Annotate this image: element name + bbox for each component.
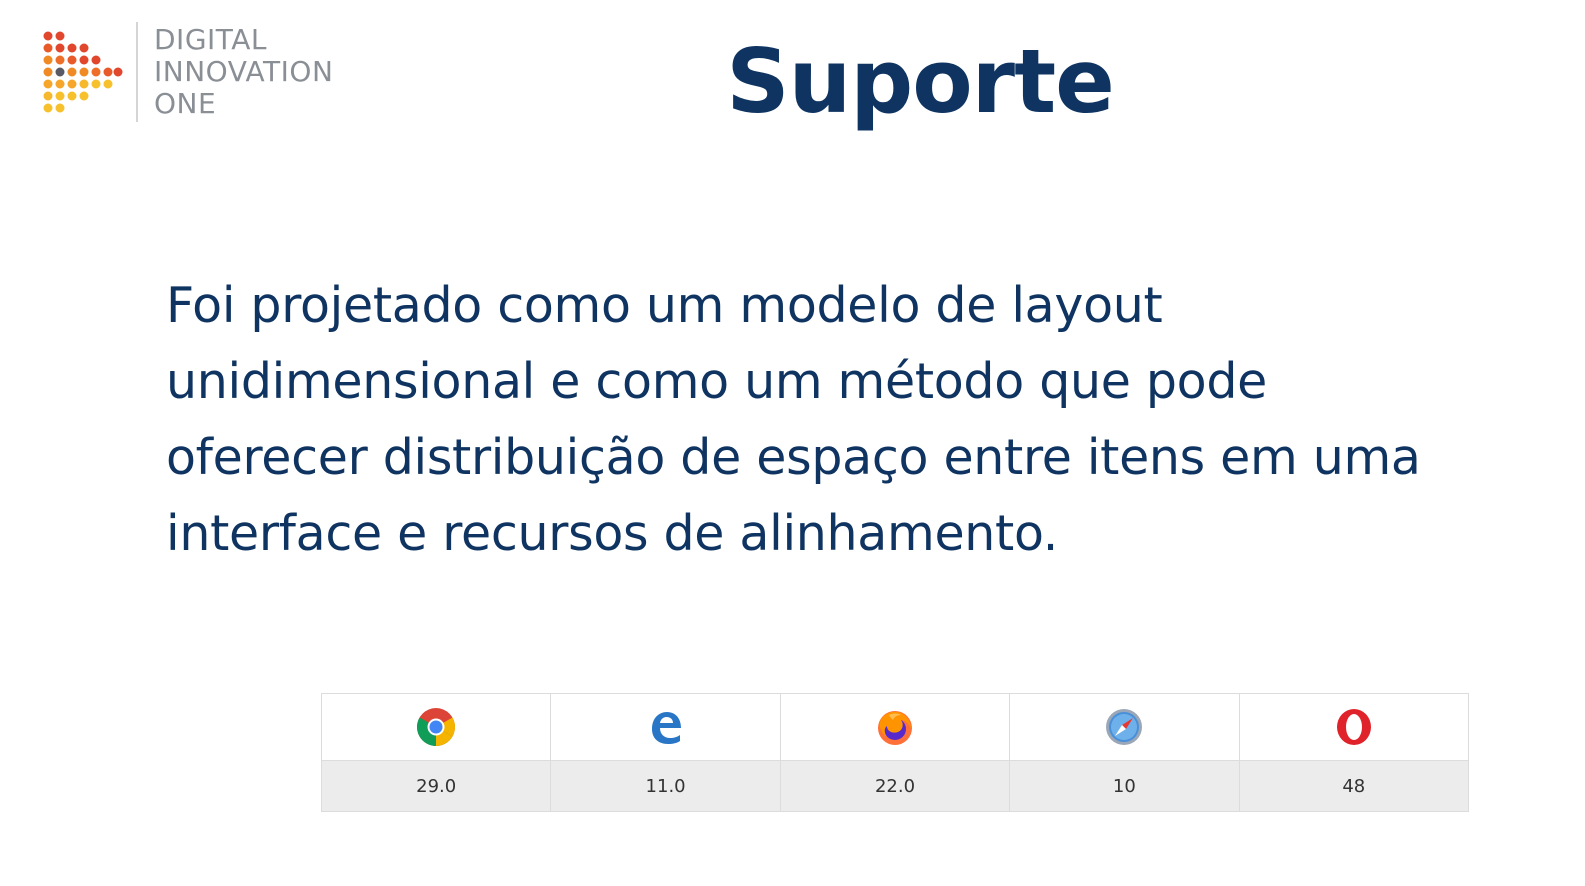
chrome-icon — [417, 708, 456, 746]
safari-icon — [1106, 709, 1143, 745]
edge-version: 11.0 — [550, 760, 781, 812]
body-line-1: Foi projetado como um modelo de layout — [166, 277, 1163, 334]
chrome-version: 29.0 — [320, 760, 552, 812]
slide-body: Foi projetado como um modelo de layout u… — [166, 268, 1546, 572]
logo-divider — [136, 22, 138, 122]
opera-version: 48 — [1238, 760, 1470, 812]
logo-line-1: DIGITAL — [154, 23, 267, 56]
edge-icon — [651, 712, 681, 744]
table-cell — [550, 693, 781, 761]
table-cell — [779, 693, 1011, 761]
table-cell — [320, 693, 552, 761]
logo-line-3: ONE — [154, 87, 217, 120]
body-line-3: oferecer distribuição de espaço entre it… — [166, 429, 1421, 486]
dio-logo-icon — [43, 31, 123, 113]
brand-logo: DIGITAL INNOVATION ONE — [40, 22, 333, 122]
browser-icons-row — [320, 693, 1470, 761]
firefox-version: 22.0 — [779, 760, 1011, 812]
browser-versions-row: 29.0 11.0 22.0 10 48 — [320, 760, 1470, 812]
logo-wordmark: DIGITAL INNOVATION ONE — [154, 24, 333, 120]
body-line-4: interface e recursos de alinhamento. — [166, 505, 1059, 562]
body-line-2: unidimensional e como um método que pode — [166, 353, 1268, 410]
safari-version: 10 — [1009, 760, 1240, 812]
table-cell — [1238, 693, 1470, 761]
opera-icon — [1336, 709, 1371, 745]
table-cell — [1009, 693, 1240, 761]
slide-title: Suporte — [726, 30, 1115, 133]
browser-support-table: 29.0 11.0 22.0 10 48 — [320, 693, 1470, 812]
logo-line-2: INNOVATION — [154, 55, 334, 88]
firefox-icon — [877, 711, 912, 745]
